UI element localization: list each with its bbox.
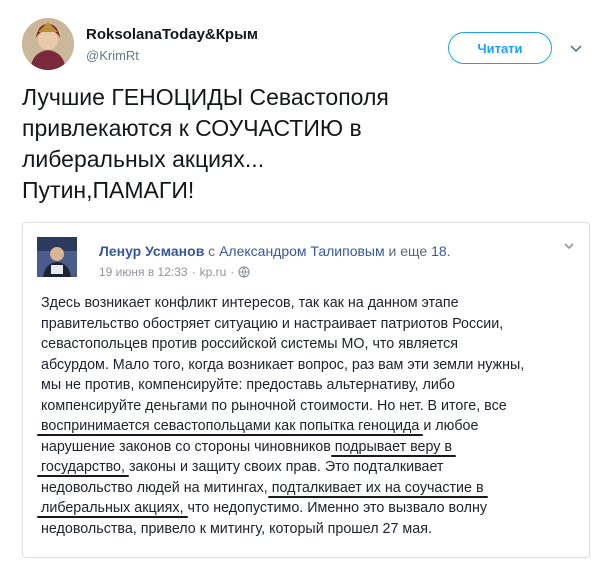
fb-with-word: с: [204, 243, 220, 259]
fb-post-date[interactable]: 19 июня в 12:33: [99, 265, 188, 279]
fb-line: недовольства, привело к митингу, который…: [41, 520, 432, 537]
fb-post-source[interactable]: kp.ru: [200, 265, 227, 279]
fb-post-meta: 19 июня в 12:33 · kp.ru ·: [99, 265, 250, 279]
fb-line: воспринимается севастопольцами как попыт…: [41, 418, 479, 434]
globe-icon: [238, 266, 250, 278]
fb-author-line: Ленур Усманов с Александром Талиповым и …: [99, 243, 451, 259]
user-handle[interactable]: @KrimRt: [86, 48, 139, 63]
tweet-text: Лучшие ГЕНОЦИДЫ Севастополя привлекаются…: [22, 84, 389, 203]
tweet-header: RoksolanaToday&Крым @KrimRt Читати: [22, 18, 592, 74]
fb-post-body: Здесь возникает конфликт интересов, так …: [41, 293, 579, 539]
underlined-phrase: воспринимается севастопольцами как попыт…: [41, 418, 420, 434]
fb-line: абсурдом. Мало того, когда возникает воп…: [41, 356, 525, 373]
fb-line: недовольство людей на митингах, подталки…: [41, 479, 484, 496]
fb-author-avatar: [37, 237, 77, 277]
fb-line: либеральных акциях, что недопустимо. Име…: [41, 500, 487, 516]
fb-line: государство, законы и защиту своих прав.…: [41, 459, 444, 475]
underlined-phrase: государство,: [41, 459, 125, 475]
fb-line: Здесь возникает конфликт интересов, так …: [41, 295, 459, 311]
fb-author-name[interactable]: Ленур Усманов: [99, 243, 204, 259]
chevron-down-icon[interactable]: [568, 40, 584, 56]
fb-more-count[interactable]: 18: [431, 243, 447, 259]
fb-line: нарушение законов со стороны чиновников …: [41, 438, 452, 455]
underlined-phrase: подрывает веру в: [334, 438, 452, 455]
meta-dot: ·: [230, 265, 235, 279]
facebook-screenshot-card: Ленур Усманов с Александром Талиповым и …: [22, 222, 590, 558]
fb-tagged-person[interactable]: Александром Талиповым: [219, 243, 385, 259]
fb-and-more: и еще: [384, 243, 432, 259]
underlined-phrase: подталкивает их на соучастие в: [271, 479, 484, 496]
chevron-down-icon[interactable]: [563, 241, 575, 251]
fb-line: правительство обостряет ситуацию и настр…: [41, 315, 504, 332]
fb-line: компенсируйте деньгами по рыночной стоим…: [41, 397, 507, 414]
display-name[interactable]: RoksolanaToday&Крым: [86, 26, 258, 43]
fb-line: севастопольцев против российской системы…: [41, 336, 459, 352]
profile-avatar[interactable]: [22, 18, 74, 70]
fb-line: мы не против, компенсируйте: предоставь …: [41, 377, 455, 393]
follow-button[interactable]: Читати: [448, 32, 552, 64]
underlined-phrase: либеральных акциях,: [41, 500, 184, 516]
meta-dot: ·: [191, 265, 196, 279]
